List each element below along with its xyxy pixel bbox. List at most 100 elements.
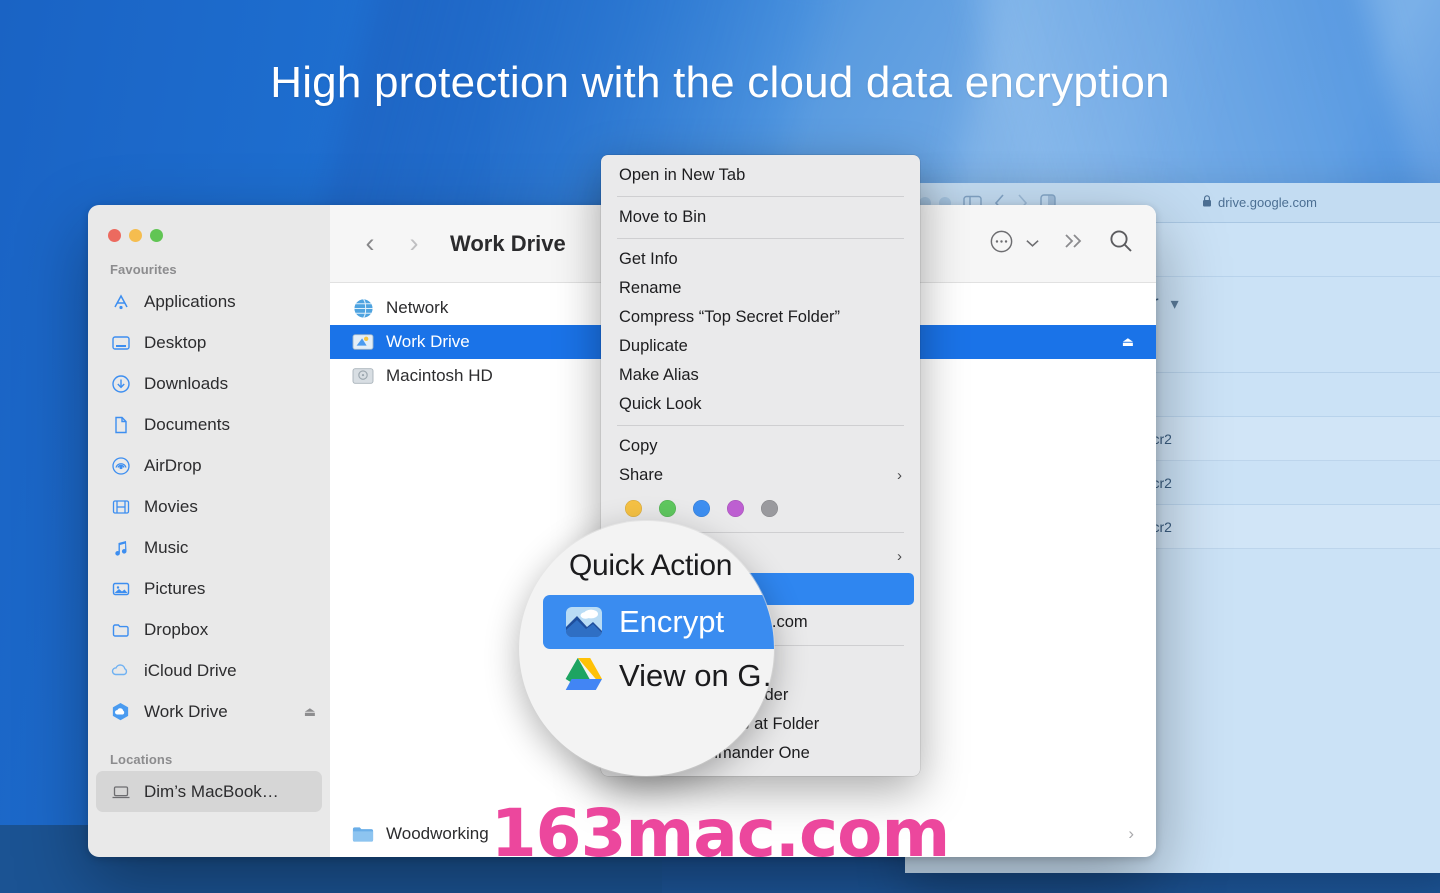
folder-icon [110,619,131,640]
sidebar-section-locations: Locations [110,752,173,767]
chevron-down-icon[interactable] [1025,235,1040,253]
window-traffic-lights[interactable] [88,219,330,242]
menu-item-label: Share [619,466,664,484]
double-chevron-right-icon[interactable] [1062,232,1086,255]
menu-item-label: Copy [619,437,658,455]
site-watermark: 163mac.com [490,795,951,872]
eject-icon[interactable]: ⏏ [304,704,316,720]
google-drive-icon [565,657,603,695]
work-drive-icon [110,701,131,722]
loupe-item-label: Encrypt [619,604,725,639]
menu-item-label: Rename [619,279,682,297]
menu-item-compress[interactable]: Compress “Top Secret Folder” [601,303,920,332]
pictures-icon [110,578,131,599]
sidebar-item-work-drive[interactable]: Work Drive ⏏ [88,691,330,732]
finder-toolbar-right [988,228,1134,260]
menu-item-label: Quick Look [619,395,702,413]
documents-icon [110,414,131,435]
work-drive-disk-icon [352,331,374,353]
loupe-content: Quick Action Encrypt View on G [543,549,774,703]
loupe-title: Quick Action [569,549,733,582]
sidebar-item-documents[interactable]: Documents [88,404,330,445]
sidebar-item-label: Music [144,537,189,557]
menu-item-move-to-bin[interactable]: Move to Bin [601,203,920,232]
page-headline: High protection with the cloud data encr… [270,58,1170,107]
sidebar-item-label: Pictures [144,578,206,598]
menu-item-duplicate[interactable]: Duplicate [601,332,920,361]
hard-disk-icon [352,365,374,387]
sidebar-item-label: AirDrop [144,455,202,475]
chevron-down-icon[interactable]: ▾ [1171,294,1179,314]
finder-row-label: Network [386,298,449,317]
sidebar-section-favourites: Favourites [110,262,177,277]
airdrop-icon [110,455,131,476]
tag-blue[interactable] [693,499,710,517]
eject-icon[interactable]: ⏏ [1122,334,1134,350]
sidebar-item-label: Dropbox [144,619,209,639]
finder-row-label: Work Drive [386,332,470,351]
lock-icon [1202,195,1212,210]
menu-item-label: Compress “Top Secret Folder” [619,308,840,326]
sidebar-item-label: Desktop [144,332,207,352]
menu-item-label: Make Alias [619,366,699,384]
sidebar-item-downloads[interactable]: Downloads [88,363,330,404]
sidebar-item-movies[interactable]: Movies [88,486,330,527]
tag-gray[interactable] [761,499,778,517]
menu-item-get-info[interactable]: Get Info [601,245,920,274]
menu-item-copy[interactable]: Copy [601,432,920,461]
forward-button[interactable]: › [396,228,432,259]
menu-separator [617,196,904,197]
downloads-icon [110,373,131,394]
finder-sidebar: Favourites Applications Desktop Download… [88,205,330,857]
sidebar-item-label: Work Drive [144,701,228,721]
encrypt-cloud-icon [565,603,603,641]
music-icon [110,537,131,558]
sidebar-item-applications[interactable]: Applications [88,281,330,322]
finder-row-label: Macintosh HD [386,366,493,385]
tag-yellow[interactable] [625,499,642,517]
sidebar-item-label: Documents [144,414,230,434]
menu-item-share[interactable]: Share › [601,461,920,490]
chevron-right-icon: › [897,467,902,484]
sidebar-item-airdrop[interactable]: AirDrop [88,445,330,486]
tag-green[interactable] [659,499,676,517]
menu-item-quick-look[interactable]: Quick Look [601,390,920,419]
close-button[interactable] [108,229,121,242]
menu-separator [617,238,904,239]
minimize-button[interactable] [129,229,142,242]
desktop-icon [110,332,131,353]
search-icon[interactable] [1108,228,1134,259]
menu-item-label: Duplicate [619,337,688,355]
movies-icon [110,496,131,517]
menu-item-label: Open in New Tab [619,166,746,184]
menu-item-rename[interactable]: Rename [601,274,920,303]
menu-separator [617,425,904,426]
page-title: Work Drive [450,230,566,256]
chevron-right-icon: › [897,547,902,565]
sidebar-item-label: Applications [144,291,236,311]
sidebar-item-dropbox[interactable]: Dropbox [88,609,330,650]
loupe-item-view-on-drive[interactable]: View on G… [543,649,774,703]
applications-icon [110,291,131,312]
menu-item-label: Move to Bin [619,208,707,226]
cloud-icon [110,660,131,681]
menu-item-open-in-new-tab[interactable]: Open in New Tab [601,161,920,190]
sidebar-item-desktop[interactable]: Desktop [88,322,330,363]
sidebar-item-music[interactable]: Music [88,527,330,568]
network-globe-icon [352,297,374,319]
zoom-button[interactable] [150,229,163,242]
loupe-item-encrypt[interactable]: Encrypt [543,595,774,649]
back-button[interactable]: ‹ [352,228,388,259]
sidebar-item-icloud-drive[interactable]: iCloud Drive [88,650,330,691]
tag-purple[interactable] [727,499,744,517]
loupe-item-label: View on G… [619,658,774,693]
menu-item-make-alias[interactable]: Make Alias [601,361,920,390]
magnifier-loupe: Quick Action Encrypt View on G [519,521,774,776]
browser-url-text: drive.google.com [1218,195,1317,210]
sidebar-item-label: Downloads [144,373,229,393]
sidebar-item-pictures[interactable]: Pictures [88,568,330,609]
ellipsis-circle-icon[interactable] [988,228,1015,260]
sidebar-item-label: iCloud Drive [144,660,237,680]
menu-item-label: Get Info [619,250,678,268]
sidebar-item-label: Movies [144,496,198,516]
